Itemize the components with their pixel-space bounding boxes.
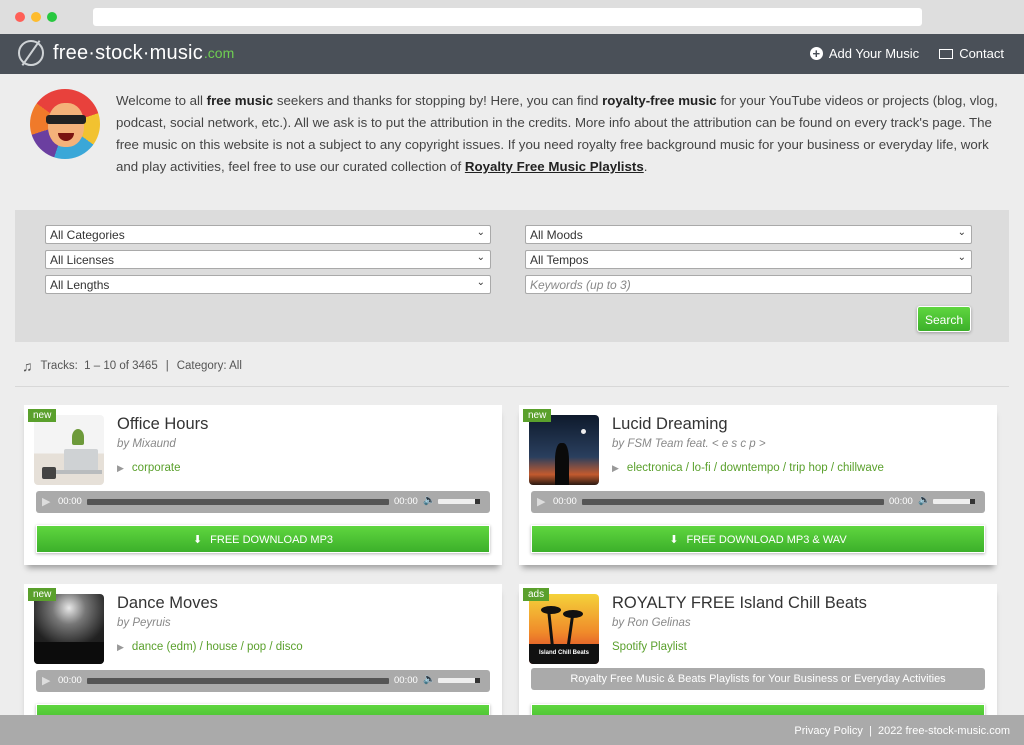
seek-bar[interactable] (87, 499, 389, 505)
new-badge: new (523, 409, 552, 422)
ad-artist: by Ron Gelinas (612, 617, 691, 629)
chevron-down-icon: ⌄ (476, 277, 485, 288)
track-artist: by FSM Team feat. < e s c p > (612, 438, 766, 450)
new-badge: new (28, 588, 57, 601)
track-card: new Lucid Dreaming by FSM Team feat. < e… (519, 405, 997, 565)
duration: 00:00 (394, 675, 418, 686)
close-window-button[interactable] (15, 12, 25, 22)
privacy-policy-link[interactable]: Privacy Policy (794, 725, 862, 737)
volume-icon[interactable]: 🔈 (423, 674, 435, 685)
volume-slider[interactable] (438, 499, 480, 504)
ad-title[interactable]: ROYALTY FREE Island Chill Beats (612, 594, 867, 613)
seek-bar[interactable] (582, 499, 884, 505)
spotify-playlist-link[interactable]: Spotify Playlist (612, 641, 687, 653)
track-artist: by Peyruis (117, 617, 171, 629)
track-artist: by Mixaund (117, 438, 176, 450)
intro-bold-royalty-free: royalty-free music (602, 93, 717, 108)
play-icon[interactable]: ▶ (42, 495, 50, 508)
track-tags: ▶ corporate (117, 462, 181, 474)
site-logo[interactable]: free·stock·music .com (18, 40, 234, 66)
search-button[interactable]: Search (917, 306, 971, 332)
chevron-down-icon: ⌄ (476, 227, 485, 238)
logo-text: free·stock·music (53, 41, 203, 64)
ads-badge: ads (523, 588, 550, 601)
download-icon: ⬇ (192, 534, 203, 546)
audio-player: ▶ 00:00 00:00 🔈 (36, 491, 490, 513)
duration: 00:00 (394, 496, 418, 507)
intro-text: Welcome to all free music seekers and th… (116, 93, 998, 174)
download-button[interactable]: ⬇ FREE DOWNLOAD MP3 (36, 525, 490, 553)
playlists-link[interactable]: Royalty Free Music Playlists (465, 159, 644, 174)
track-card: new Office Hours by Mixaund ▶ corporate ▶… (24, 405, 502, 565)
minimize-window-button[interactable] (31, 12, 41, 22)
track-thumbnail[interactable] (34, 415, 104, 485)
audio-player: ▶ 00:00 00:00 🔈 (531, 491, 985, 513)
add-your-music-label: Add Your Music (828, 46, 920, 61)
playlist-thumbnail[interactable]: Island Chill Beats (529, 594, 599, 664)
play-icon[interactable]: ▶ (537, 495, 545, 508)
chevron-down-icon: ⌄ (957, 227, 966, 238)
track-title[interactable]: Lucid Dreaming (612, 415, 728, 434)
audio-player: ▶ 00:00 00:00 🔈 (36, 670, 490, 692)
play-triangle-icon: ▶ (117, 463, 124, 473)
track-title[interactable]: Office Hours (117, 415, 208, 434)
maximize-window-button[interactable] (47, 12, 57, 22)
header-nav: + Add Your Music Contact (790, 46, 1004, 61)
tempos-select[interactable]: All Tempos ⌄ (525, 250, 972, 269)
page-content: Welcome to all free music seekers and th… (0, 74, 1024, 732)
contact-link[interactable]: Contact (939, 46, 1004, 61)
licenses-select[interactable]: All Licenses ⌄ (45, 250, 491, 269)
filter-panel: All Categories ⌄ All Moods ⌄ All License… (15, 210, 1009, 342)
tracks-range: 1 – 10 of 3465 (84, 360, 158, 372)
site-header: free·stock·music .com + Add Your Music C… (0, 34, 1024, 74)
chevron-down-icon: ⌄ (476, 252, 485, 263)
moods-select[interactable]: All Moods ⌄ (525, 225, 972, 244)
new-badge: new (28, 409, 57, 422)
plus-circle-icon: + (809, 47, 823, 60)
copyright-text: 2022 free-stock-music.com (877, 725, 1010, 737)
site-footer: Privacy Policy | 2022 free-stock-music.c… (0, 715, 1024, 745)
contact-label: Contact (959, 46, 1004, 61)
track-thumbnail[interactable] (529, 415, 599, 485)
categories-select[interactable]: All Categories ⌄ (45, 225, 491, 244)
download-icon: ⬇ (669, 534, 679, 546)
lengths-select[interactable]: All Lengths ⌄ (45, 275, 491, 294)
track-tags: ▶ dance (edm) / house / pop / disco (117, 641, 303, 653)
seek-bar[interactable] (87, 678, 389, 684)
track-thumbnail[interactable] (34, 594, 104, 664)
logo-tld: .com (203, 45, 235, 61)
play-triangle-icon: ▶ (612, 463, 619, 473)
duration: 00:00 (889, 496, 913, 507)
music-note-icon: ♫ (22, 358, 33, 374)
playlists-banner-button[interactable]: Royalty Free Music & Beats Playlists for… (531, 668, 985, 690)
track-tags: ▶ electronica / lo-fi / downtempo / trip … (612, 462, 884, 474)
download-button[interactable]: ⬇ FREE DOWNLOAD MP3 & WAV (531, 525, 985, 553)
play-icon[interactable]: ▶ (42, 674, 50, 687)
logo-icon (18, 40, 44, 66)
tracks-category: Category: All (176, 360, 242, 372)
divider (15, 386, 1009, 387)
current-time: 00:00 (553, 496, 577, 507)
volume-slider[interactable] (933, 499, 975, 504)
envelope-icon (939, 48, 954, 59)
keywords-input[interactable]: Keywords (up to 3) (525, 275, 972, 294)
track-title[interactable]: Dance Moves (117, 594, 218, 613)
mascot-avatar (30, 89, 100, 159)
track-card: new Dance Moves by Peyruis ▶ dance (edm) … (24, 584, 502, 732)
browser-chrome (0, 0, 1024, 34)
ad-card: ads Island Chill Beats ROYALTY FREE Isla… (519, 584, 997, 732)
add-your-music-link[interactable]: + Add Your Music (809, 46, 920, 61)
address-bar[interactable] (93, 8, 922, 26)
volume-icon[interactable]: 🔈 (918, 495, 930, 506)
intro-bold-free-music: free music (206, 93, 274, 108)
thumb-caption: Island Chill Beats (538, 650, 589, 656)
current-time: 00:00 (58, 496, 82, 507)
volume-icon[interactable]: 🔈 (423, 495, 435, 506)
current-time: 00:00 (58, 675, 82, 686)
play-triangle-icon: ▶ (117, 642, 124, 652)
volume-slider[interactable] (438, 678, 480, 683)
chevron-down-icon: ⌄ (957, 252, 966, 263)
tracks-info: ♫ Tracks: 1 – 10 of 3465 | Category: All (22, 358, 242, 374)
